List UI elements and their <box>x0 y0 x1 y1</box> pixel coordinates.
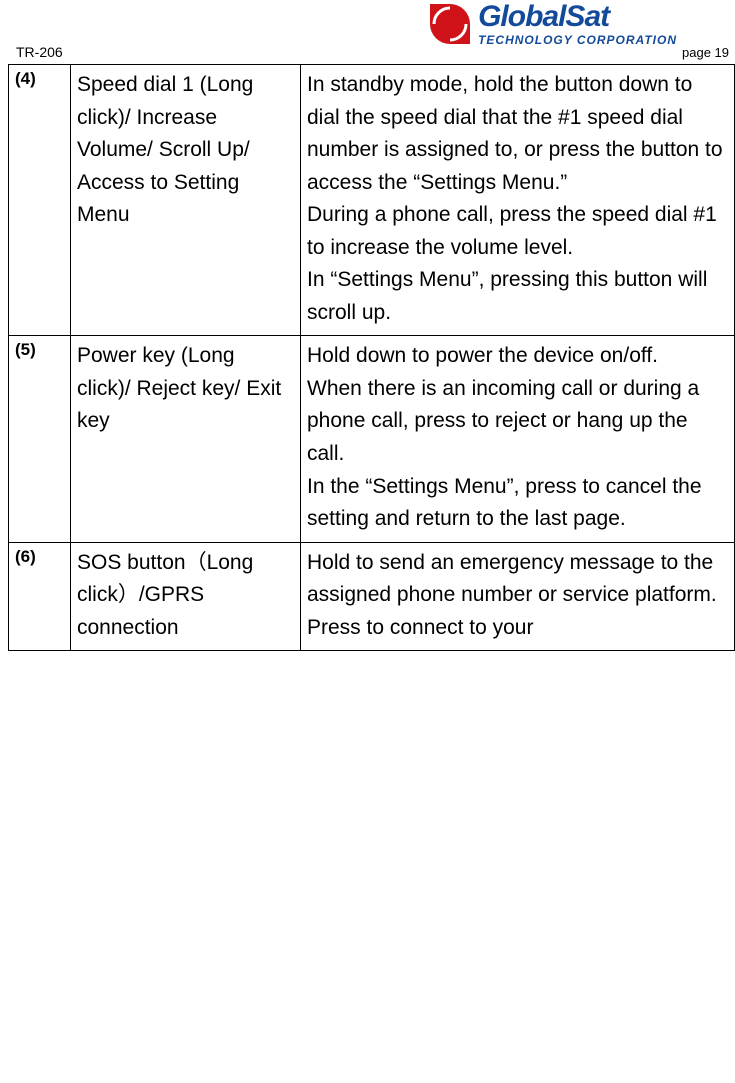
brand-name: GlobalSat <box>478 2 677 32</box>
button-description-table: (4) Speed dial 1 (Long click)/ Increase … <box>8 64 735 651</box>
page-number: page 19 <box>682 45 729 60</box>
table-row: (4) Speed dial 1 (Long click)/ Increase … <box>9 65 735 336</box>
button-name: Speed dial 1 (Long click)/ Increase Volu… <box>71 65 301 336</box>
button-description: In standby mode, hold the button down to… <box>301 65 735 336</box>
brand-logo-block: GlobalSat TECHNOLOGY CORPORATION <box>428 2 677 46</box>
brand-subtitle: TECHNOLOGY CORPORATION <box>478 34 677 46</box>
button-name: SOS button（Long click）/GPRS connection <box>71 542 301 651</box>
document-id: TR-206 <box>16 44 63 60</box>
row-number: (6) <box>9 542 71 651</box>
globalsat-logo-icon <box>428 2 472 46</box>
table-row: (5) Power key (Long click)/ Reject key/ … <box>9 336 735 542</box>
page-header: TR-206 GlobalSat TECHNOLOGY CORPORATION <box>0 0 735 62</box>
button-description: Hold to send an emergency message to the… <box>301 542 735 651</box>
row-number: (5) <box>9 336 71 542</box>
brand-text: GlobalSat TECHNOLOGY CORPORATION <box>478 2 677 46</box>
row-number: (4) <box>9 65 71 336</box>
button-description: Hold down to power the device on/off. Wh… <box>301 336 735 542</box>
page-container: TR-206 GlobalSat TECHNOLOGY CORPORATION <box>0 0 735 651</box>
button-name: Power key (Long click)/ Reject key/ Exit… <box>71 336 301 542</box>
table-row: (6) SOS button（Long click）/GPRS connecti… <box>9 542 735 651</box>
